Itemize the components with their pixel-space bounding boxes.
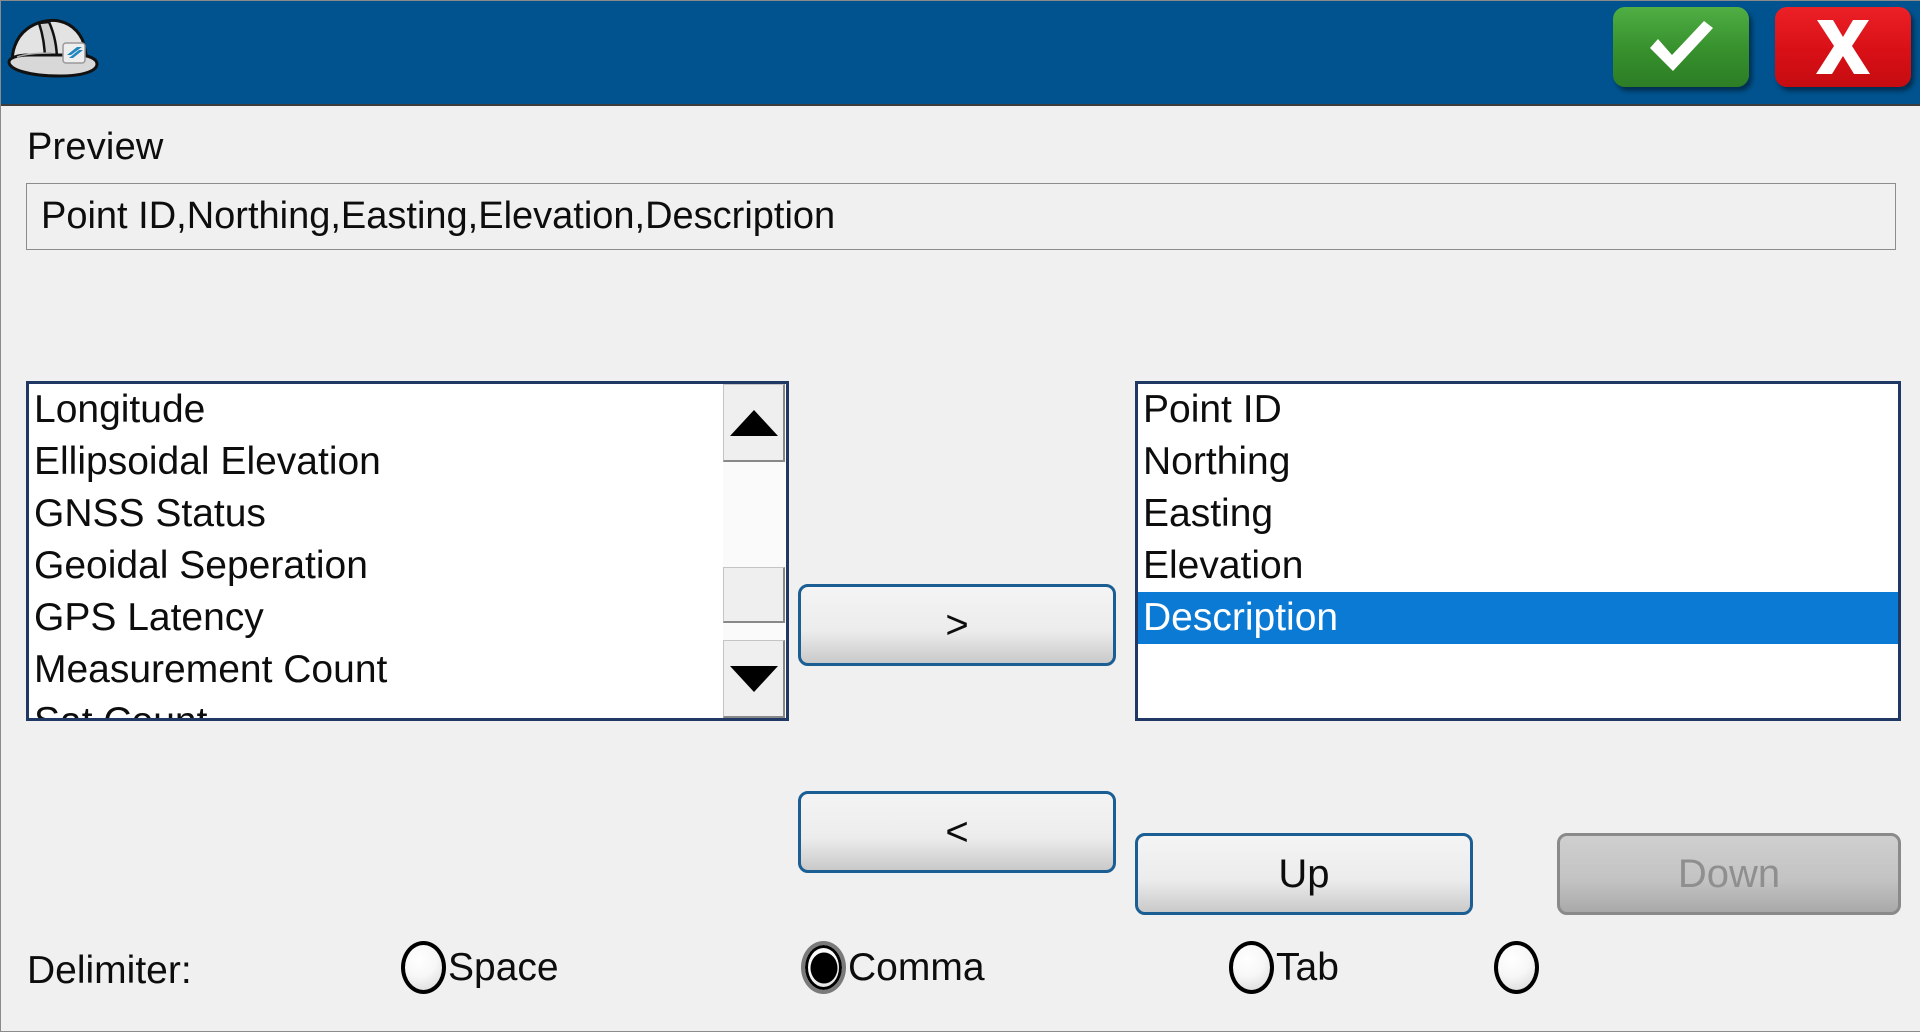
dialog-content: Preview Point ID,Northing,Easting,Elevat… [1, 106, 1920, 1031]
list-item[interactable]: Elevation [1138, 540, 1898, 592]
triangle-up-icon [729, 409, 778, 436]
close-x-icon [1816, 20, 1870, 74]
list-item[interactable]: Ellipsoidal Elevation [29, 436, 728, 488]
scroll-up-button[interactable] [723, 384, 785, 462]
move-right-button[interactable]: > [798, 584, 1116, 666]
list-item[interactable]: Point ID [1138, 384, 1898, 436]
list-item[interactable]: Description [1138, 592, 1898, 644]
list-item[interactable]: GNSS Status [29, 488, 728, 540]
list-item[interactable]: Geoidal Seperation [29, 540, 728, 592]
list-item[interactable]: Easting [1138, 488, 1898, 540]
title-bar [1, 1, 1920, 106]
delimiter-option-tab[interactable]: Tab [1229, 941, 1339, 994]
delimiter-option-space[interactable]: Space [401, 941, 559, 994]
list-item[interactable]: GPS Latency [29, 592, 728, 644]
preview-label: Preview [27, 126, 164, 168]
scroll-down-button[interactable] [723, 640, 785, 718]
triangle-down-icon [729, 665, 778, 692]
list-item[interactable]: Northing [1138, 436, 1898, 488]
available-fields-scrollbar[interactable] [722, 384, 786, 718]
accept-button[interactable] [1613, 7, 1749, 87]
delimiter-option-comma[interactable]: Comma [801, 941, 985, 994]
scrollbar-thumb[interactable] [723, 567, 785, 623]
radio-custom-icon[interactable] [1494, 941, 1539, 994]
delimiter-comma-label: Comma [848, 945, 985, 989]
list-item[interactable]: Sat Count [29, 696, 728, 718]
list-item[interactable]: Measurement Count [29, 644, 728, 696]
move-up-button[interactable]: Up [1135, 833, 1473, 915]
radio-tab-icon[interactable] [1229, 941, 1274, 994]
hardhat-icon [7, 18, 99, 78]
delimiter-row: Delimiter: Space Comma Tab [1, 921, 1920, 1031]
list-item[interactable]: Longitude [29, 384, 728, 436]
preview-text: Point ID,Northing,Easting,Elevation,Desc… [41, 195, 836, 237]
checkmark-icon [1650, 21, 1713, 71]
move-left-button[interactable]: < [798, 791, 1116, 873]
move-down-button: Down [1557, 833, 1901, 915]
selected-fields-items: Point ID Northing Easting Elevation Descript… [1138, 384, 1898, 644]
delimiter-label: Delimiter: [27, 949, 192, 992]
selected-fields-listbox[interactable]: Point ID Northing Easting Elevation Descript… [1135, 381, 1901, 721]
cancel-button[interactable] [1775, 7, 1911, 87]
delimiter-space-label: Space [448, 945, 559, 989]
available-fields-items: Longitude Ellipsoidal Elevation GNSS Statu… [29, 384, 728, 718]
available-fields-listbox[interactable]: Longitude Ellipsoidal Elevation GNSS Statu… [26, 381, 789, 721]
radio-comma-icon[interactable] [801, 941, 846, 994]
delimiter-tab-label: Tab [1276, 945, 1339, 989]
radio-space-icon[interactable] [401, 941, 446, 994]
delimiter-option-custom[interactable] [1494, 941, 1541, 994]
preview-field[interactable]: Point ID,Northing,Easting,Elevation,Desc… [26, 183, 1896, 250]
